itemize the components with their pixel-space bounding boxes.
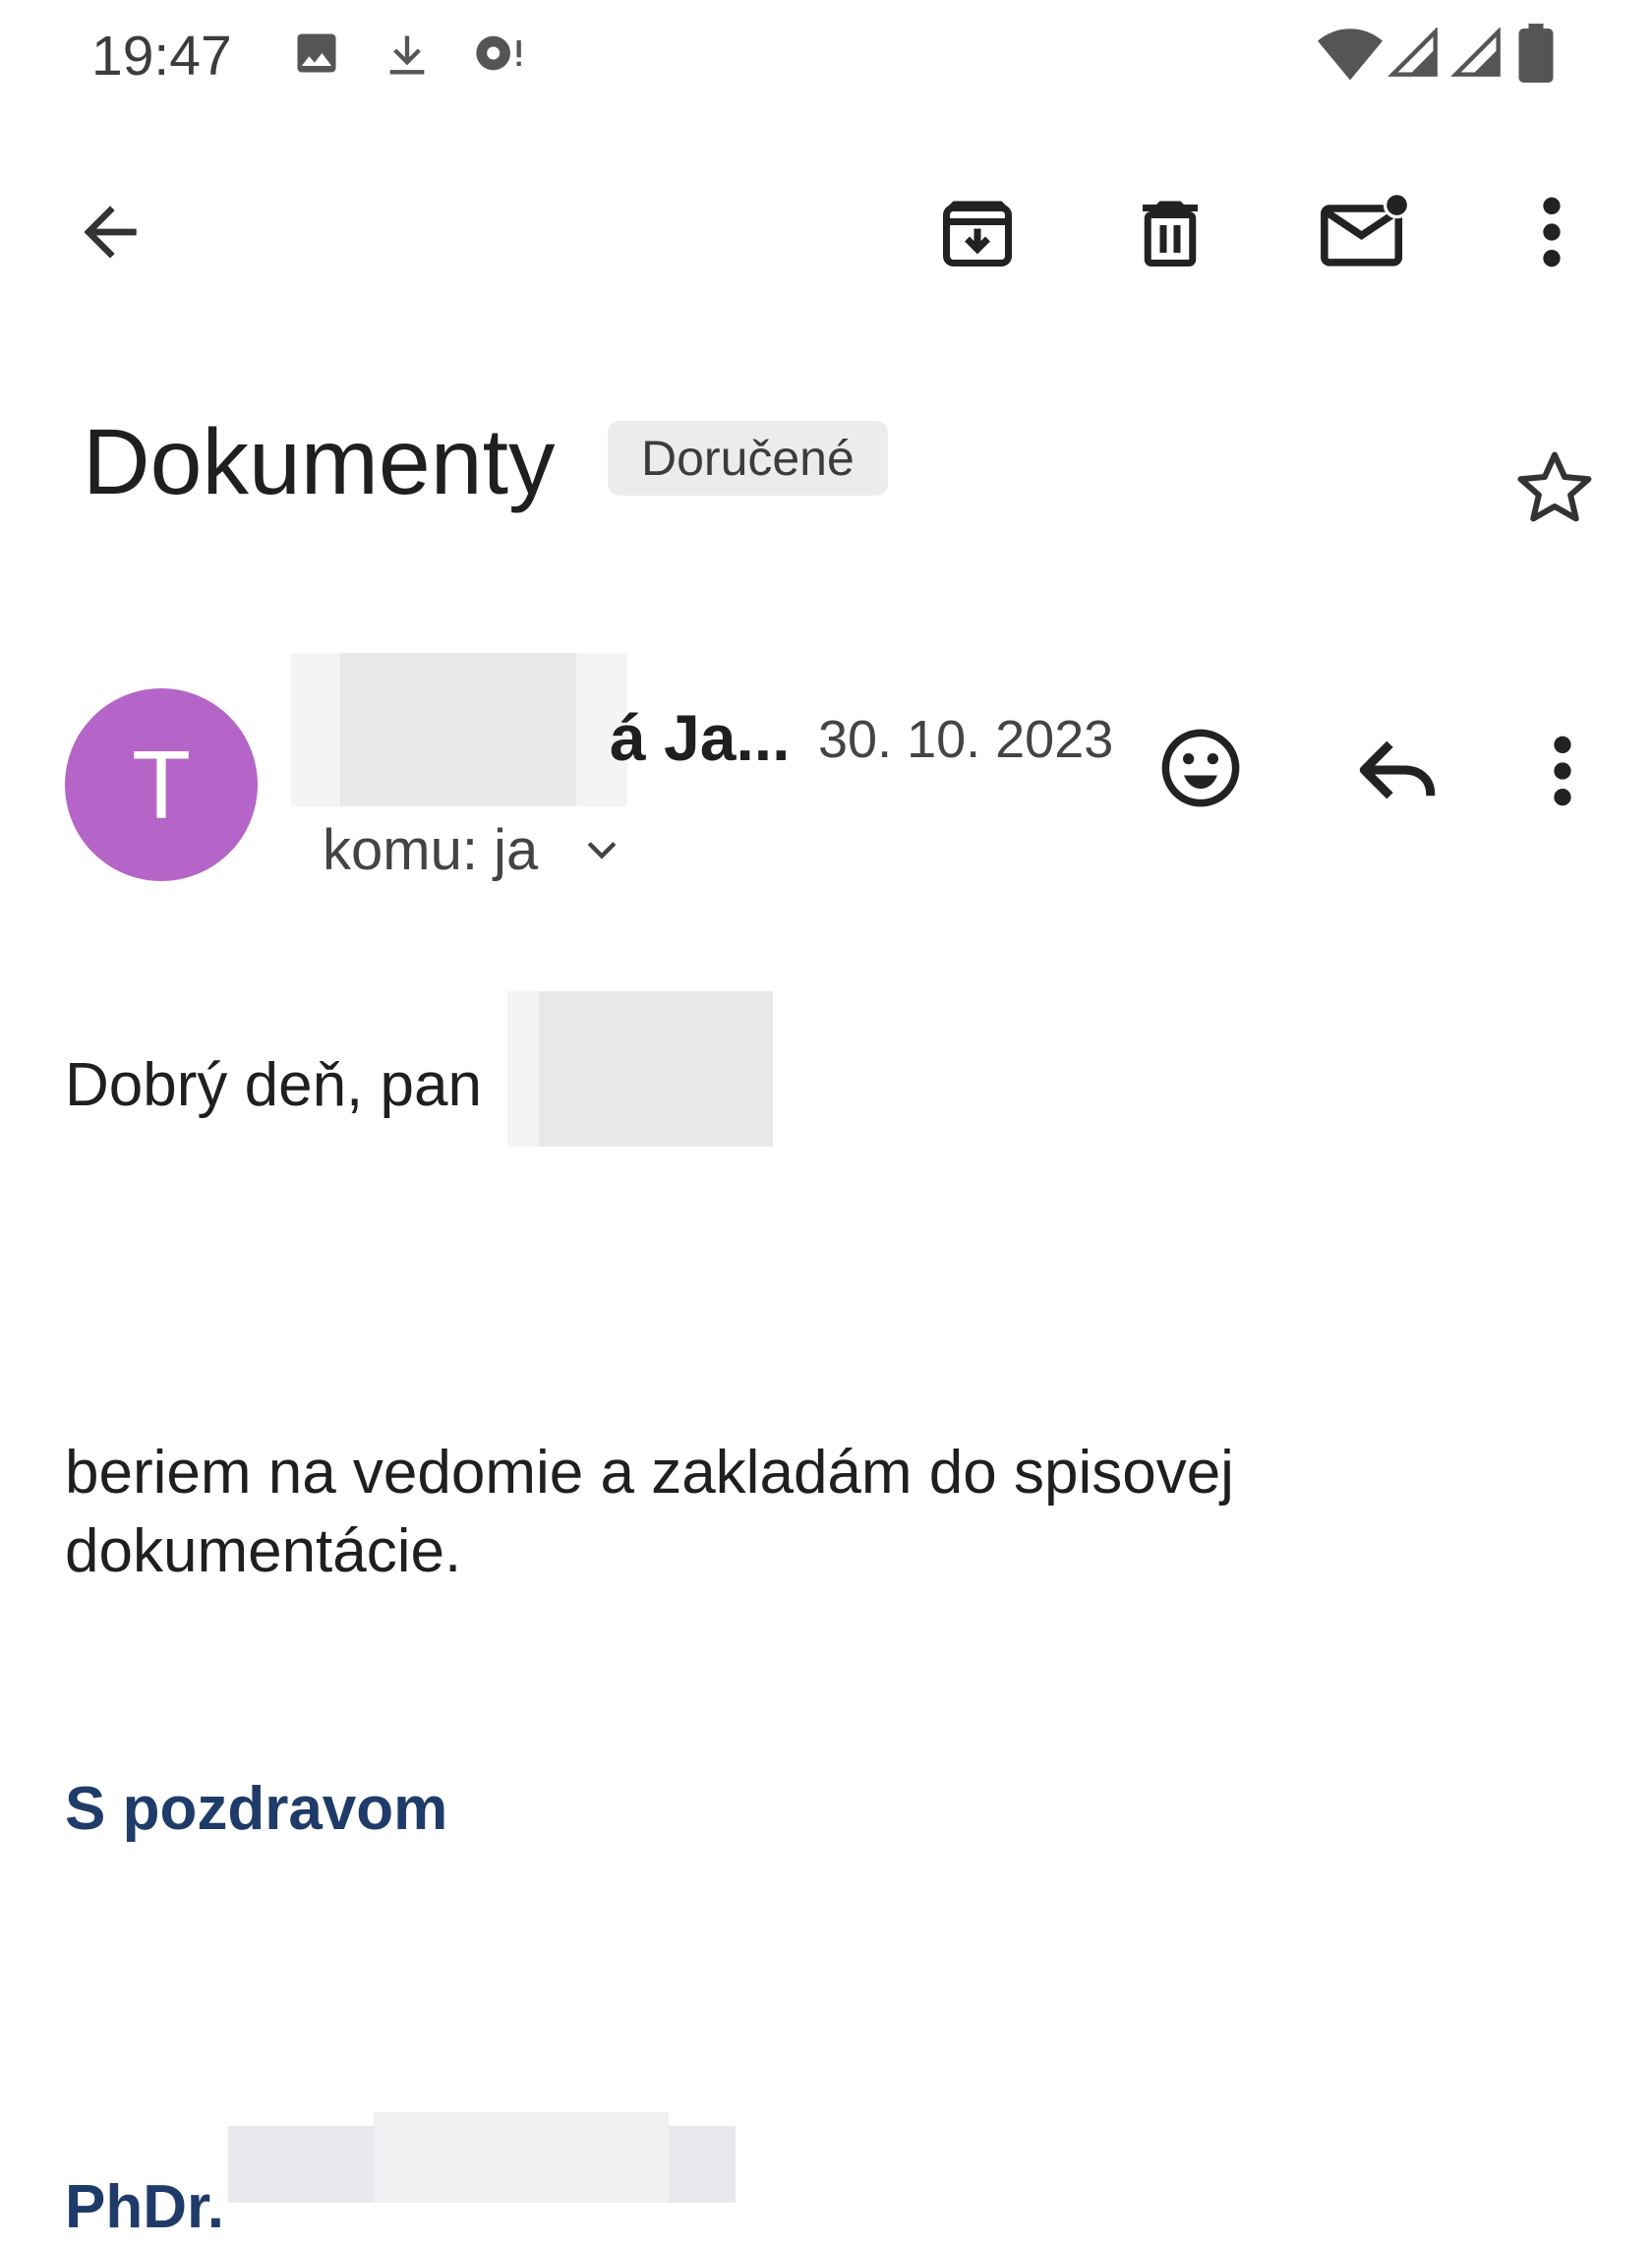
sync-icon: [468, 28, 527, 79]
inbox-label-chip[interactable]: Doručené: [608, 421, 888, 496]
sender-avatar[interactable]: T: [65, 688, 258, 881]
delete-icon: [1143, 201, 1198, 266]
reply-icon: [1359, 740, 1436, 799]
message-more-button[interactable]: [1548, 732, 1577, 810]
download-icon: [382, 28, 433, 83]
signal-icon: [1386, 28, 1442, 79]
redacted-name: [539, 991, 773, 1147]
emoji-icon: [1161, 729, 1240, 807]
reply-button[interactable]: [1353, 726, 1442, 814]
signoff: S pozdravom: [65, 1775, 448, 1843]
star-icon: [1517, 451, 1592, 522]
archive-icon: [943, 201, 1012, 266]
email-subject: Dokumenty: [83, 410, 556, 514]
signature-title: PhDr.: [65, 2173, 224, 2241]
more-vert-icon: [1554, 736, 1571, 806]
star-button[interactable]: [1510, 444, 1599, 533]
signal-icon: [1449, 28, 1504, 79]
chevron-down-icon: [580, 829, 623, 872]
more-vert-icon: [1543, 197, 1561, 267]
more-options-button[interactable]: [1493, 173, 1611, 291]
wifi-icon: [1318, 26, 1383, 81]
battery-icon: [1518, 24, 1554, 83]
delete-button[interactable]: [1111, 173, 1229, 291]
redacted-sender-name: [340, 653, 576, 806]
mark-unread-button[interactable]: [1306, 173, 1424, 291]
back-button[interactable]: [51, 173, 169, 291]
redacted-signature: [374, 2112, 669, 2203]
react-button[interactable]: [1156, 724, 1245, 812]
status-time: 19:47: [91, 25, 232, 88]
body-paragraph-line-2: dokumentácie.: [65, 1517, 462, 1585]
greeting-line: Dobrý deň, pan: [65, 1051, 482, 1119]
arrow-back-icon: [84, 206, 137, 259]
archive-button[interactable]: [918, 173, 1036, 291]
recipient-toggle[interactable]: komu: ja: [323, 811, 617, 890]
email-date: 30. 10. 2023: [818, 710, 1114, 769]
mark-unread-icon: [1321, 191, 1411, 266]
recipient-label: komu: ja: [323, 818, 539, 882]
image-icon: [291, 28, 342, 79]
sender-name[interactable]: á Ja...: [610, 693, 790, 782]
body-paragraph-line-1: beriem na vedomie a zakladám do spisovej: [65, 1439, 1234, 1507]
